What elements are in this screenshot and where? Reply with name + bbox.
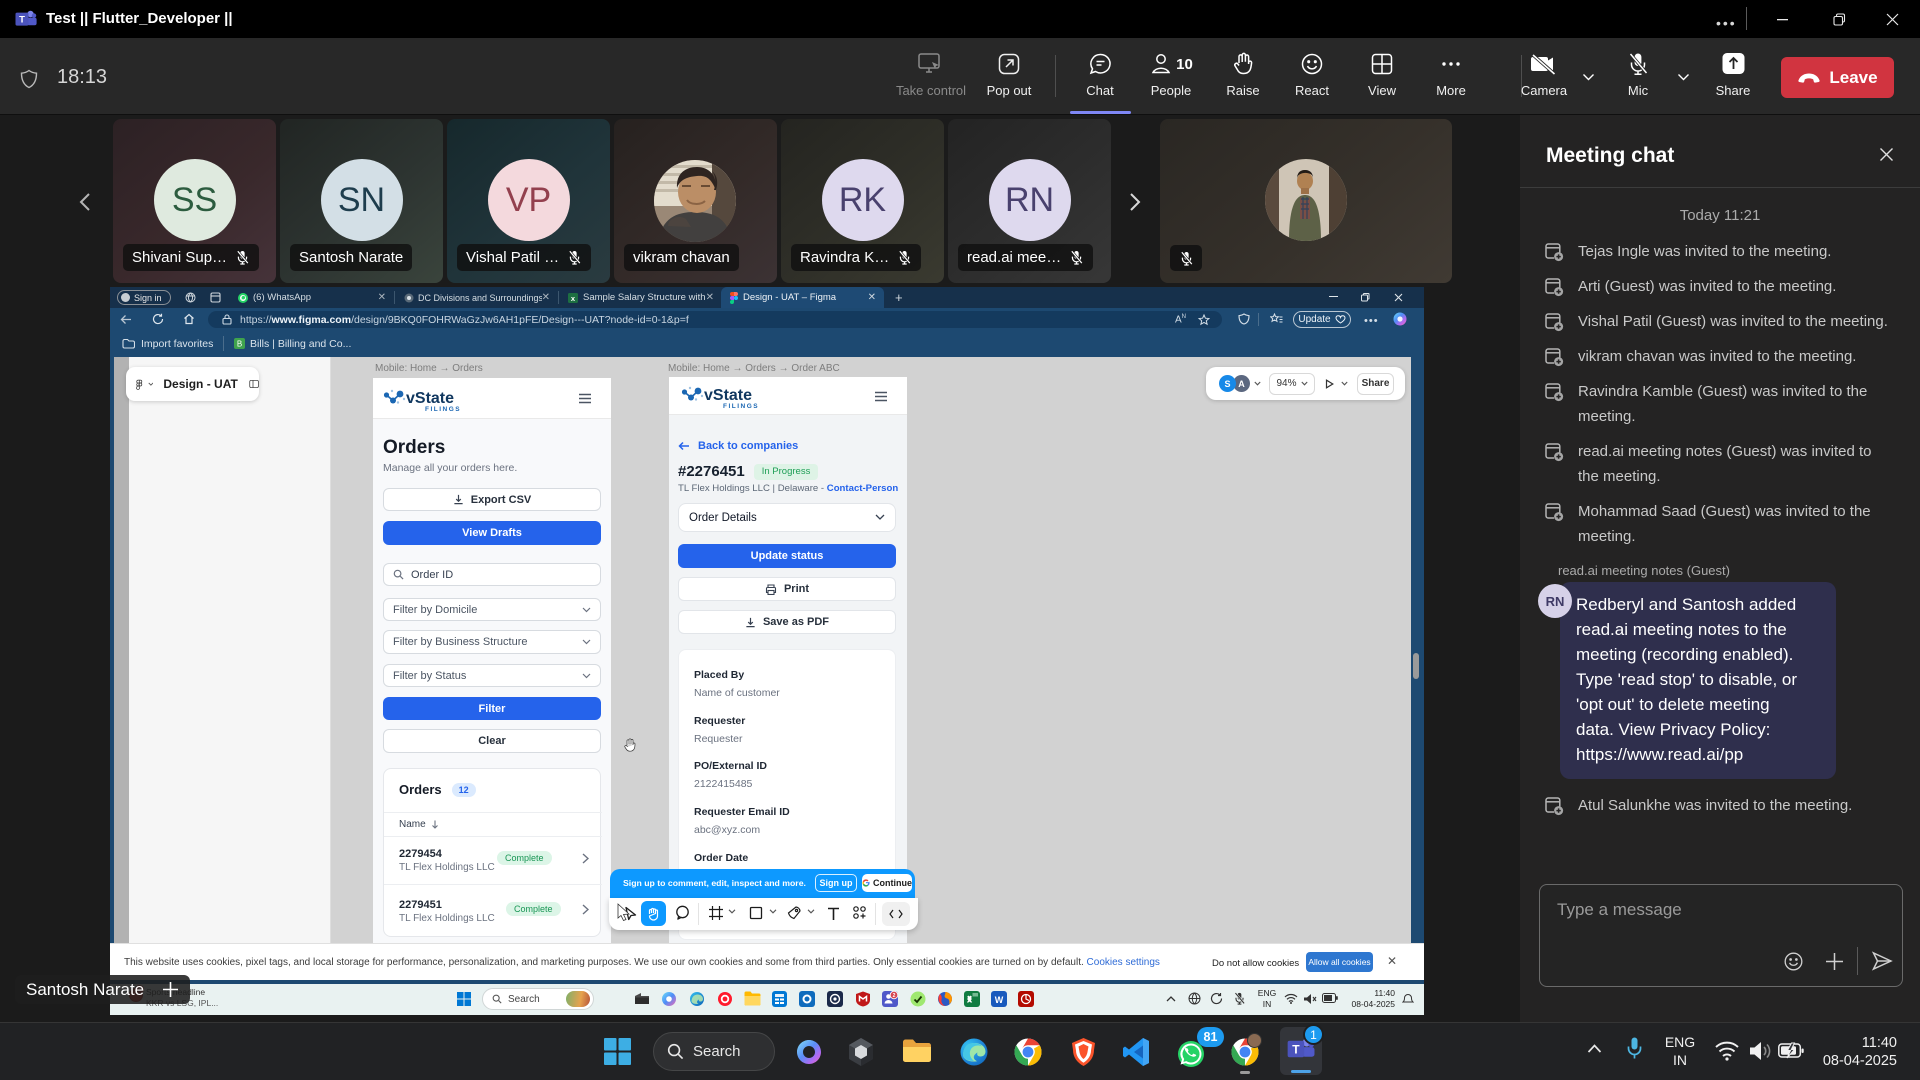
- svg-text:B: B: [237, 340, 242, 349]
- svg-text:vState: vState: [406, 390, 454, 407]
- svg-text:2: 2: [893, 993, 896, 999]
- svg-text:T: T: [19, 15, 25, 26]
- svg-text:X: X: [967, 996, 973, 1005]
- svg-text:FILINGS: FILINGS: [723, 403, 759, 410]
- svg-text:vState: vState: [704, 387, 752, 404]
- svg-text:W: W: [995, 995, 1004, 1005]
- svg-text:FILINGS: FILINGS: [425, 406, 461, 413]
- svg-text:T: T: [1292, 1042, 1300, 1056]
